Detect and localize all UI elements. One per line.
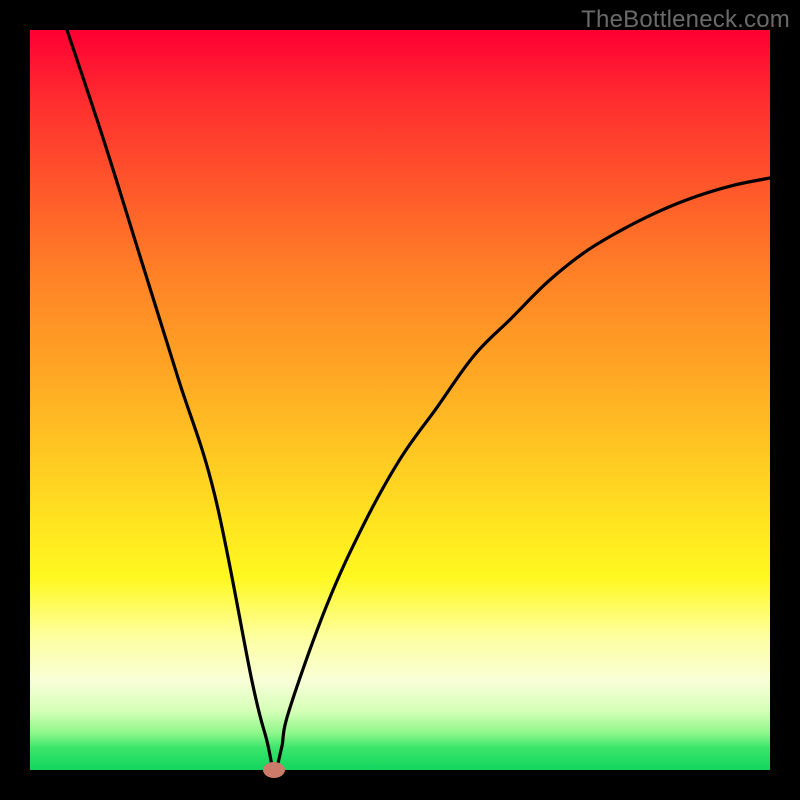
bottleneck-curve-path <box>67 30 770 770</box>
plot-area <box>30 30 770 770</box>
minimum-marker <box>263 762 285 778</box>
curve-svg <box>30 30 770 770</box>
chart-frame: TheBottleneck.com <box>0 0 800 800</box>
